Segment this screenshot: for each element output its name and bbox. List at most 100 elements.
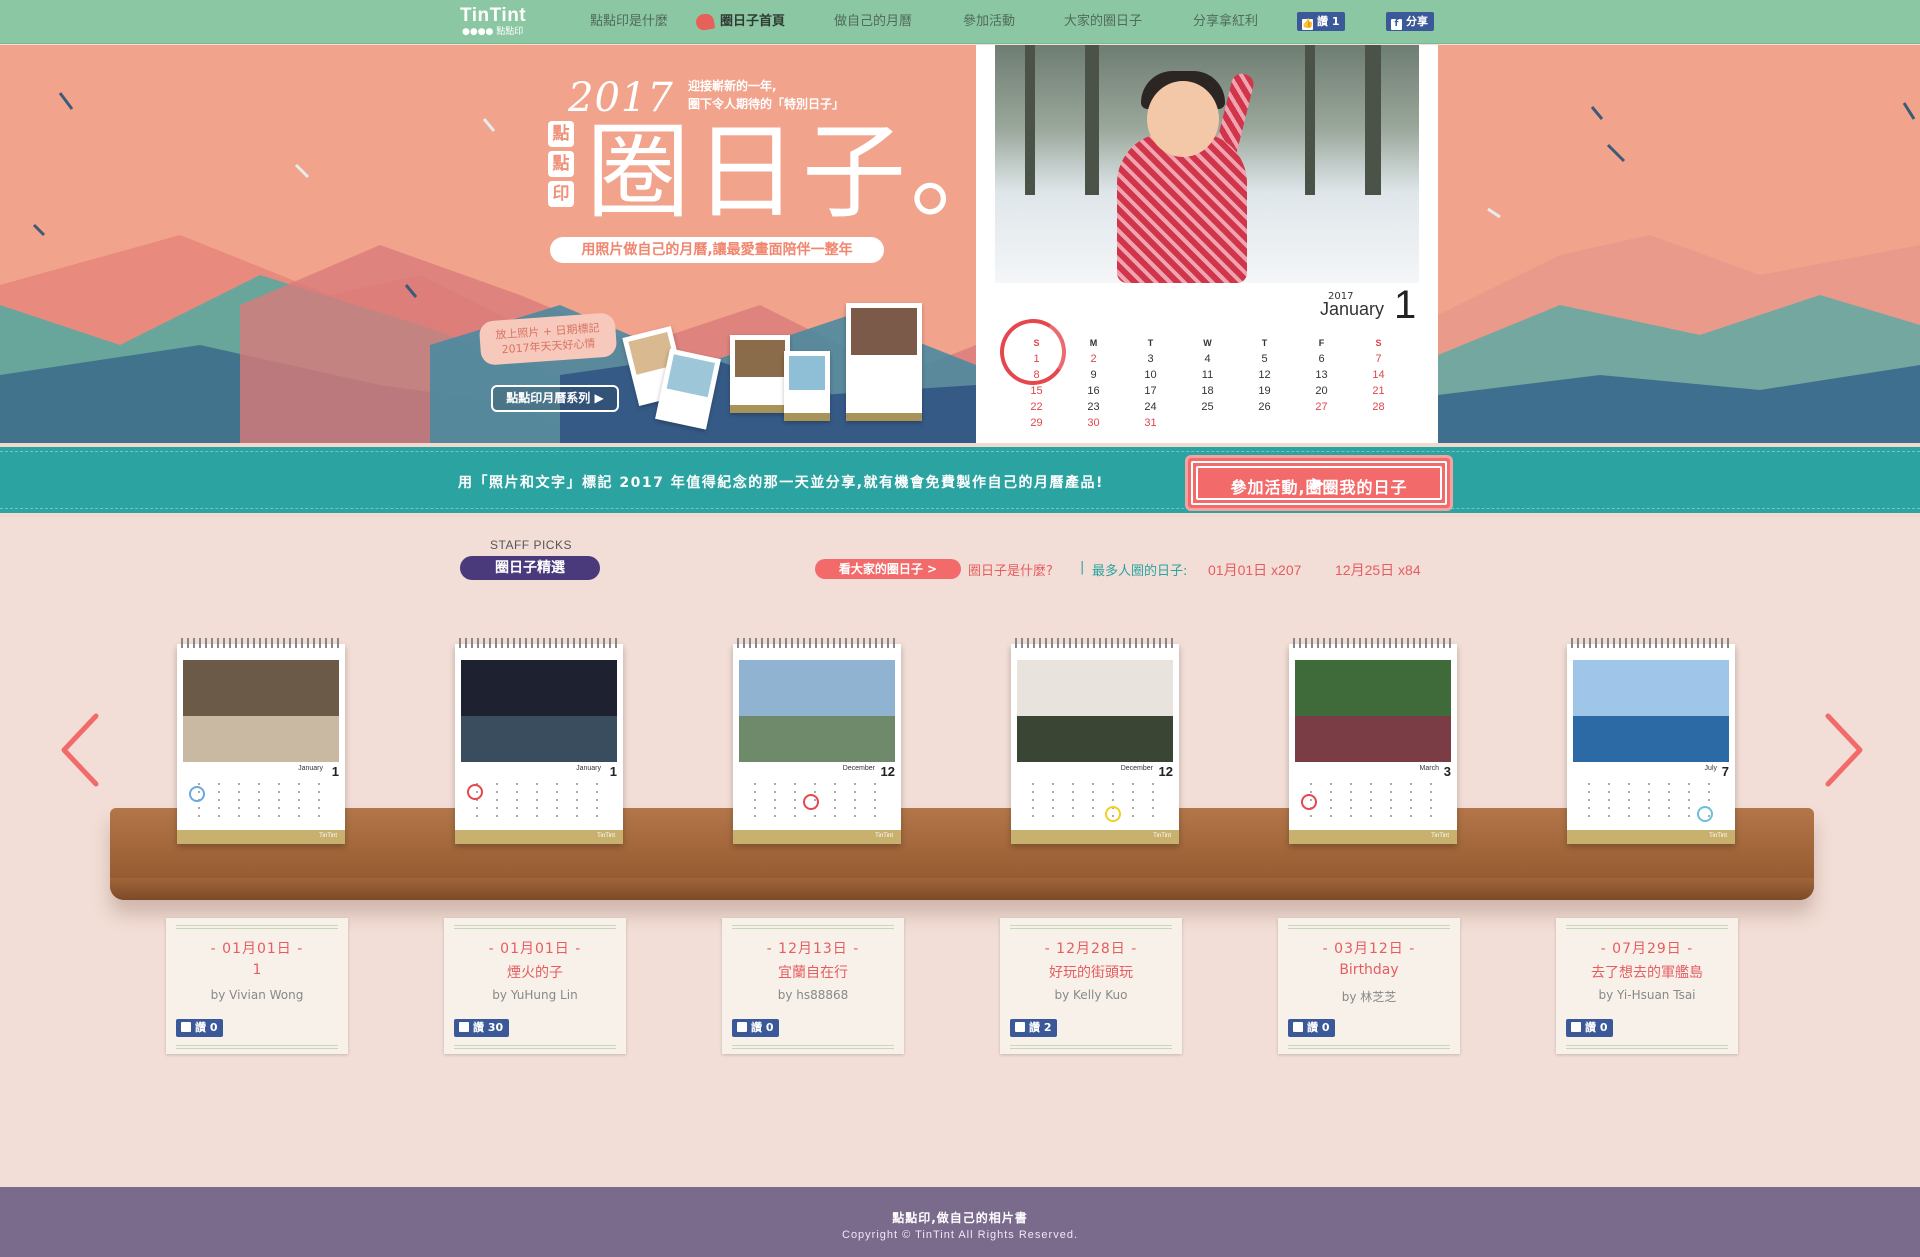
pick-author: by Vivian Wong xyxy=(210,988,304,1002)
calendar-date: 17 xyxy=(1144,385,1157,397)
featured-photo xyxy=(995,45,1419,283)
calendar-date: 18 xyxy=(1201,385,1214,397)
footer-tagline: 點點印,做自己的相片書 xyxy=(892,1211,1028,1225)
desk-calendar[interactable]: 3 March xyxy=(1289,638,1457,844)
thumbs-up-icon xyxy=(1015,1022,1025,1032)
carousel-prev-arrow-icon[interactable] xyxy=(58,712,102,788)
heart-icon xyxy=(694,12,716,32)
pick-card[interactable]: - 12月13日 - 宜蘭自在行 by hs88868 讚 0 xyxy=(722,918,904,1054)
what-is-link[interactable]: 圈日子是什麼? xyxy=(968,560,1053,579)
calendar-date: 19 xyxy=(1258,385,1271,397)
pick-author: by 林芝芝 xyxy=(1341,990,1397,1004)
nav-item-about[interactable]: 點點印是什麼 xyxy=(590,13,668,31)
nav-item-events[interactable]: 參加活動 xyxy=(963,13,1015,31)
calendar-date xyxy=(1293,415,1350,431)
staff-picks-label: STAFF PICKS xyxy=(490,538,572,552)
fb-share-label: 分享 xyxy=(1406,15,1428,28)
most-circled-label: 最多人圈的日子: xyxy=(1092,564,1188,579)
heart-mark-icon xyxy=(1301,794,1317,810)
calendar-date: 29 xyxy=(1030,417,1043,429)
calendar-series-button[interactable]: 點點印月曆系列 ▶ xyxy=(491,385,619,412)
top-nav: TinTint ●●●● 點點印 點點印是什麼 圈日子首頁 做自己的月曆 參加活… xyxy=(0,0,1920,44)
pick-author: by hs88868 xyxy=(777,988,849,1002)
pick-title: 去了想去的軍艦島 xyxy=(1591,965,1703,981)
hero-subtitle: 用照片做自己的月曆,讓最愛畫面陪伴一整年 xyxy=(550,237,884,263)
most-circled-date[interactable]: 01月01日 x207 xyxy=(1208,560,1301,580)
pick-title: Birthday xyxy=(1339,962,1399,978)
like-button[interactable]: 讚 0 xyxy=(1566,1019,1614,1037)
carousel-next-arrow-icon[interactable] xyxy=(1822,712,1866,788)
desk-calendar[interactable]: 1 January xyxy=(455,638,623,844)
separator: | xyxy=(1080,560,1085,575)
desk-calendar[interactable]: 7 July xyxy=(1567,638,1735,844)
banner-text: 用「照片和文字」標記 2017 年值得紀念的那一天並分享,就有機會免費製作自己的… xyxy=(458,475,1104,491)
weekday-label: M xyxy=(1089,338,1098,348)
view-all-button[interactable]: 看大家的圈日子 > xyxy=(815,559,961,579)
brand-badge: 點 xyxy=(548,151,574,177)
like-button[interactable]: 讚 30 xyxy=(454,1019,510,1037)
calendar-grid: S M T W T F S 1 2 3 4 5 6 7 8 9 10 11 12… xyxy=(1008,335,1408,431)
pick-card[interactable]: - 01月01日 - 煙火的子 by YuHung Lin 讚 30 xyxy=(444,918,626,1054)
thumbs-up-icon xyxy=(459,1022,469,1032)
nav-item-make-calendar[interactable]: 做自己的月曆 xyxy=(834,13,912,31)
desk-calendar[interactable]: 1 January xyxy=(177,638,345,844)
thumbs-up-icon xyxy=(1571,1022,1581,1032)
nav-item-home[interactable]: 圈日子首頁 xyxy=(720,13,785,31)
like-count: 讚 0 xyxy=(751,1021,774,1034)
desk-calendar-month: March xyxy=(1419,765,1439,772)
nav-item-everyone[interactable]: 大家的圈日子 xyxy=(1064,13,1142,31)
most-circled-date[interactable]: 12月25日 x84 xyxy=(1335,560,1421,580)
like-button[interactable]: 讚 2 xyxy=(1010,1019,1058,1037)
join-event-text: 參加活動,圈圈我的日子 xyxy=(1196,466,1442,500)
desk-calendar[interactable]: 12 December xyxy=(1011,638,1179,844)
fb-share-button[interactable]: f 分享 xyxy=(1386,12,1434,31)
thumbs-up-icon: 👍 xyxy=(1302,19,1314,30)
pick-card[interactable]: - 03月12日 - Birthday by 林芝芝 讚 0 xyxy=(1278,918,1460,1054)
like-count: 讚 0 xyxy=(1585,1021,1608,1034)
calendar-date: 11 xyxy=(1201,369,1214,381)
calendar-date: 9 xyxy=(1090,369,1097,381)
calendar-month: January xyxy=(1320,299,1385,319)
like-button[interactable]: 讚 0 xyxy=(1288,1019,1336,1037)
calendar-date: 10 xyxy=(1144,369,1157,381)
like-count: 讚 0 xyxy=(1307,1021,1330,1034)
calendar-photo xyxy=(461,660,617,717)
calendar-photo xyxy=(183,660,339,717)
calendar-date xyxy=(1179,415,1236,431)
pick-card[interactable]: - 01月01日 - 1 by Vivian Wong 讚 0 xyxy=(166,918,348,1054)
weekday-label: S xyxy=(1033,338,1040,348)
circle-mark-icon xyxy=(1105,806,1121,822)
heart-mark-icon xyxy=(1697,806,1713,822)
like-button[interactable]: 讚 0 xyxy=(176,1019,224,1037)
calendar-date: 28 xyxy=(1372,401,1385,413)
calendar-date: 30 xyxy=(1087,417,1100,429)
pick-author: by YuHung Lin xyxy=(492,988,578,1002)
hero-title: 圈日子。 xyxy=(586,111,1019,233)
join-event-button[interactable]: ▶ 參加活動,圈圈我的日子 xyxy=(1188,458,1450,508)
like-count: 讚 0 xyxy=(195,1021,218,1034)
pick-card[interactable]: - 07月29日 - 去了想去的軍艦島 by Yi-Hsuan Tsai 讚 0 xyxy=(1556,918,1738,1054)
desk-calendar-month: January xyxy=(298,765,323,772)
desk-calendar[interactable]: 12 December xyxy=(733,638,901,844)
desk-calendar-day: 3 xyxy=(1443,764,1451,779)
pick-date: - 01月01日 - xyxy=(210,941,304,957)
fb-like-button[interactable]: 👍 讚 1 xyxy=(1297,12,1346,31)
like-button[interactable]: 讚 0 xyxy=(732,1019,780,1037)
join-event-label: ▶ 參加活動,圈圈我的日子 xyxy=(1191,461,1447,505)
calendar-date: 3 xyxy=(1147,353,1154,365)
facebook-icon: f xyxy=(1391,19,1402,30)
calendar-date: 4 xyxy=(1204,353,1211,365)
pick-date: - 12月28日 - xyxy=(1044,941,1138,957)
thumbs-up-icon xyxy=(181,1022,191,1032)
tintint-logo[interactable]: TinTint ●●●● 點點印 xyxy=(460,6,544,38)
nav-item-share-bonus[interactable]: 分享拿紅利 xyxy=(1193,13,1258,31)
calendar-date: 7 xyxy=(1375,353,1382,365)
weekday-label: T xyxy=(1261,338,1268,348)
calendar-date: 13 xyxy=(1315,369,1328,381)
series-button-label: 點點印月曆系列 xyxy=(506,391,591,405)
weekday-label: W xyxy=(1203,338,1212,348)
thumbs-up-icon xyxy=(1293,1022,1303,1032)
desk-calendar-month: December xyxy=(1120,765,1153,772)
pick-card[interactable]: - 12月28日 - 好玩的街頭玩 by Kelly Kuo 讚 2 xyxy=(1000,918,1182,1054)
circle-mark-icon xyxy=(803,794,819,810)
